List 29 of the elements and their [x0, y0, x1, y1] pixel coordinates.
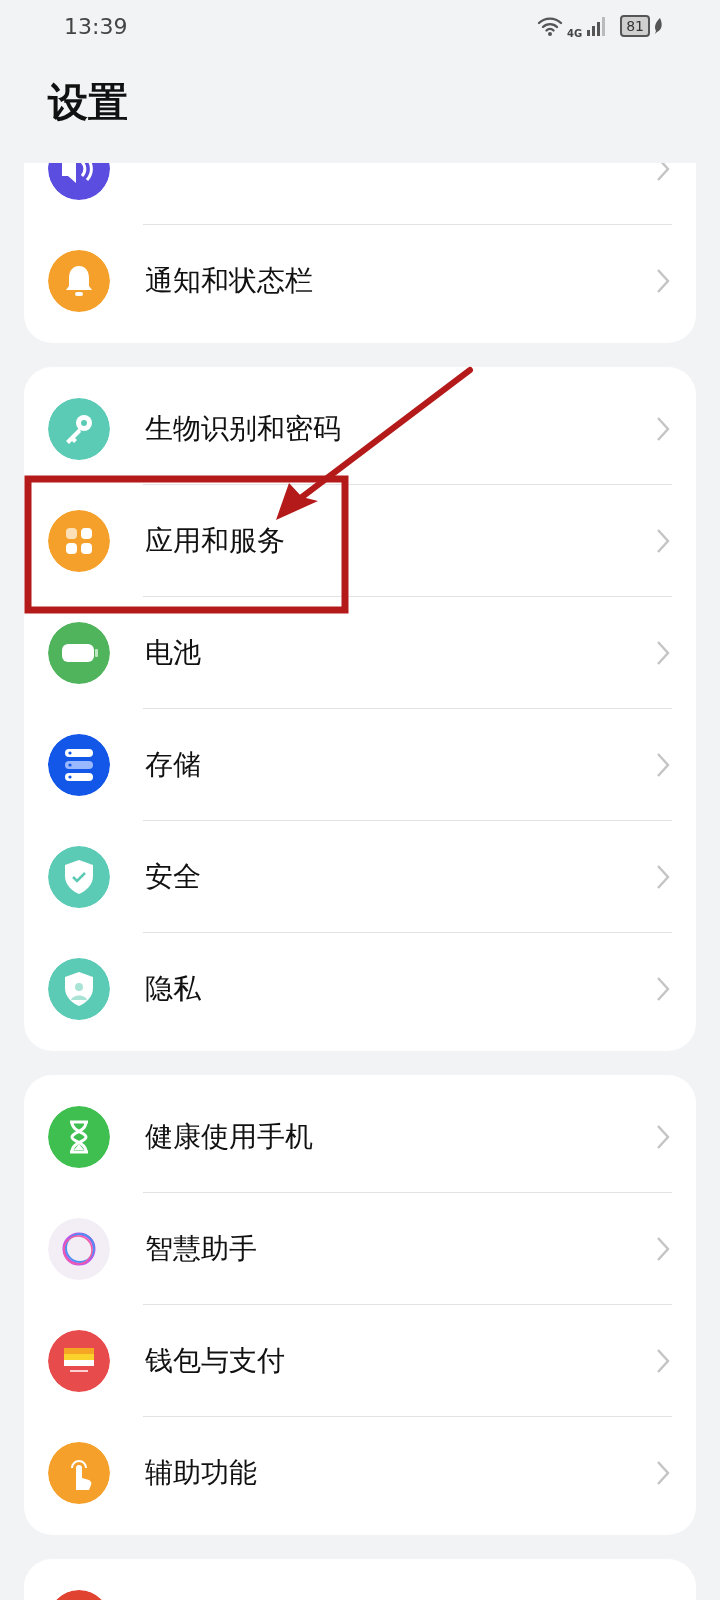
chevron-icon [656, 976, 670, 1002]
chevron-icon [656, 640, 670, 666]
menu-item-label[interactable]: 应用和服务 [145, 520, 656, 562]
chevron-icon [656, 1124, 670, 1150]
chevron-icon [656, 1460, 670, 1486]
chevron-icon [656, 864, 670, 890]
chevron-icon [656, 1348, 670, 1374]
chevron-icon [656, 416, 670, 442]
menu-item-label[interactable]: 通知和状态栏 [145, 260, 656, 302]
status-time: 13:39 [64, 12, 128, 41]
chevron-icon [656, 752, 670, 778]
menu-item-label[interactable]: 健康使用手机 [145, 1116, 656, 1158]
menu-item-label[interactable]: 辅助功能 [145, 1452, 656, 1494]
chevron-icon [656, 528, 670, 554]
menu-item-label[interactable]: 电池 [145, 632, 656, 674]
menu-item-label[interactable]: 钱包与支付 [145, 1340, 656, 1382]
menu-item-label[interactable]: 存储 [145, 744, 656, 786]
menu-item-label[interactable]: 智慧助手 [145, 1228, 656, 1270]
chevron-icon [656, 1236, 670, 1262]
chevron-icon [656, 268, 670, 294]
wifi-icon [537, 15, 563, 37]
chevron-icon [656, 163, 670, 182]
leaf-icon [654, 18, 664, 34]
battery-level: 81 [620, 15, 650, 37]
network-type: 4G [567, 26, 583, 41]
menu-item-label[interactable]: 安全 [145, 856, 656, 898]
menu-item-label[interactable]: 隐私 [145, 968, 656, 1010]
menu-item-label[interactable]: 生物识别和密码 [145, 408, 656, 450]
page-title: 设置 [46, 78, 129, 127]
